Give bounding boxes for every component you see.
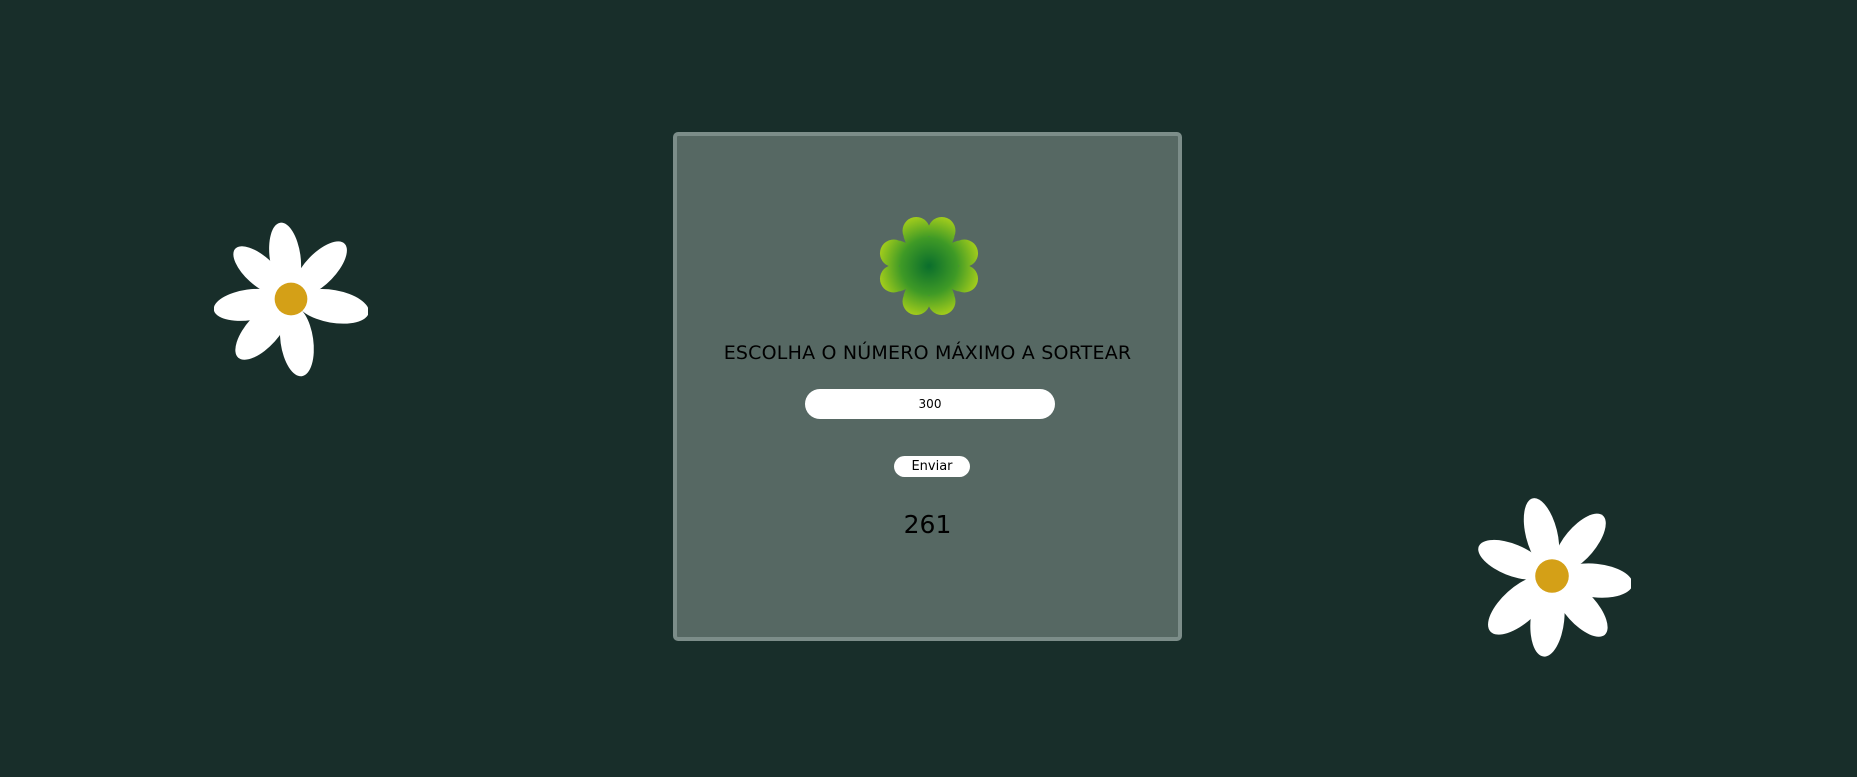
daisy-flower-icon [214,222,368,377]
four-leaf-clover-icon [879,216,979,316]
draw-card: ESCOLHA O NÚMERO MÁXIMO A SORTEAR Enviar… [673,132,1182,641]
page: ESCOLHA O NÚMERO MÁXIMO A SORTEAR Enviar… [0,0,1857,777]
page-title: ESCOLHA O NÚMERO MÁXIMO A SORTEAR [723,342,1132,364]
drawn-number: 261 [903,510,952,539]
send-button[interactable]: Enviar [894,456,970,477]
max-number-input[interactable] [805,389,1055,419]
daisy-flower-icon [1478,498,1631,657]
